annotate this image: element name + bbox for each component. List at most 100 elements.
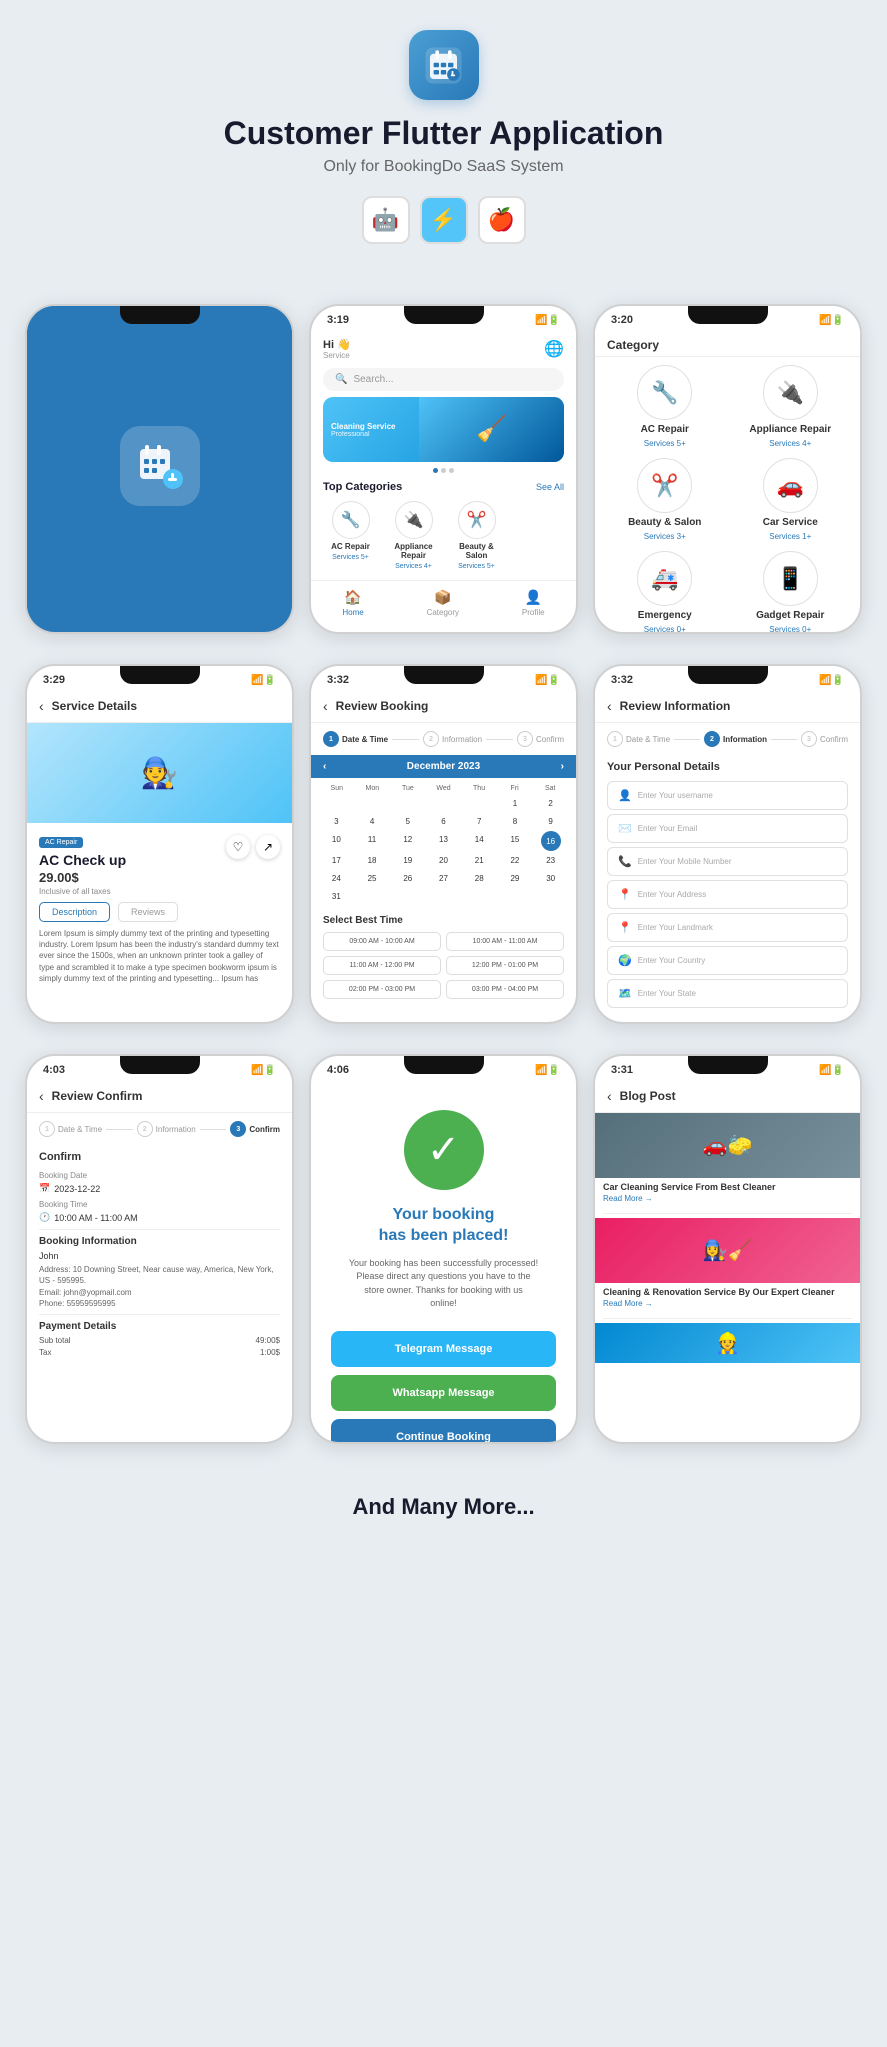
personal-details-title: Your Personal Details [595, 755, 860, 777]
back-button-conf[interactable]: ‹ [39, 1088, 44, 1104]
cal-dates: 12 3456789 10111213141516 17181920212223… [319, 795, 568, 905]
field-state[interactable]: 🗺️ Enter Your State [607, 979, 848, 1008]
whatsapp-button[interactable]: Whatsapp Message [331, 1375, 556, 1411]
phone-categories: 3:20 📶🔋 Category 🔧 AC Repair Services 5+… [593, 304, 862, 634]
field-country[interactable]: 🌍 Enter Your Country [607, 946, 848, 975]
service-info: AC Repair AC Check up 29.00$ Inclusive o… [27, 823, 292, 992]
back-button-blog[interactable]: ‹ [607, 1088, 612, 1104]
cat-item-beauty[interactable]: ✂️ Beauty &Salon Services 5+ [449, 501, 504, 570]
booking-time-value: 🕐10:00 AM - 11:00 AM [39, 1212, 280, 1223]
field-email[interactable]: ✉️ Enter Your Email [607, 814, 848, 843]
review-info-header: ‹ Review Information [595, 690, 860, 723]
nav-profile[interactable]: 👤 Profile [522, 589, 545, 617]
cat-item-ac[interactable]: 🔧 AC Repair Services 5+ [323, 501, 378, 570]
days-header: SunMonTueWedThuFriSat [319, 782, 568, 795]
continue-button[interactable]: Continue Booking [331, 1419, 556, 1444]
grid-item-appliance[interactable]: 🔌 Appliance Repair Services 4+ [733, 365, 849, 448]
banner-dots [311, 468, 576, 473]
slot-4[interactable]: 12:00 PM - 01:00 PM [446, 956, 564, 975]
prev-month[interactable]: ‹ [323, 761, 326, 772]
notch [120, 306, 200, 324]
payment-tax: Tax 1:00$ [39, 1348, 280, 1357]
confirm-header: ‹ Review Confirm [27, 1080, 292, 1113]
read-more-1[interactable]: Read More → [595, 1194, 860, 1209]
share-button[interactable]: ↗ [256, 835, 280, 859]
nav-home[interactable]: 🏠 Home [342, 589, 363, 617]
booking-address: Address: 10 Downing Street, Near cause w… [39, 1264, 280, 1286]
home-greeting: Hi 👋 Service [323, 338, 351, 360]
row-3: 4:03 📶🔋 ‹ Review Confirm 1 Date & Time 2… [0, 1044, 887, 1454]
categories-row: 🔧 AC Repair Services 5+ 🔌 ApplianceRepai… [311, 497, 576, 574]
search-icon: 🔍 [335, 374, 347, 385]
field-address[interactable]: 📍 Enter Your Address [607, 880, 848, 909]
time-section: Select Best Time 09:00 AM - 10:00 AM 10:… [311, 909, 576, 1005]
field-phone[interactable]: 📞 Enter Your Mobile Number [607, 847, 848, 876]
slot-1[interactable]: 09:00 AM - 10:00 AM [323, 932, 441, 951]
notch-blog [688, 1056, 768, 1074]
grid-item-ac[interactable]: 🔧 AC Repair Services 5+ [607, 365, 723, 448]
field-landmark[interactable]: 📍 Enter Your Landmark [607, 913, 848, 942]
blog-title-2: Cleaning & Renovation Service By Our Exp… [595, 1283, 860, 1299]
step-ri-1: 1 Date & Time [607, 731, 670, 747]
grid-item-gadget[interactable]: 📱 Gadget Repair Services 0+ [733, 551, 849, 634]
splash-logo [120, 426, 200, 506]
notch-suc [404, 1056, 484, 1074]
notch-rb [404, 666, 484, 684]
step-1: 1 Date & Time [323, 731, 388, 747]
slot-3[interactable]: 11:00 AM - 12:00 PM [323, 956, 441, 975]
booking-name: John [39, 1251, 280, 1261]
slot-5[interactable]: 02:00 PM - 03:00 PM [323, 980, 441, 999]
app-icon [409, 30, 479, 100]
steps-bar-conf: 1 Date & Time 2 Information 3 Confirm [27, 1113, 292, 1145]
booking-phone: Phone: 55959595995 [39, 1299, 280, 1308]
phone-splash [25, 304, 294, 634]
booking-date-value: 📅2023-12-22 [39, 1183, 280, 1194]
notch-home [404, 306, 484, 324]
service-badge: AC Repair [39, 837, 83, 848]
back-button-svc[interactable]: ‹ [39, 698, 44, 714]
field-username[interactable]: 👤 Enter Your username [607, 781, 848, 810]
grid-item-emergency[interactable]: 🚑 Emergency Services 0+ [607, 551, 723, 634]
notch-ri [688, 666, 768, 684]
back-button-rb[interactable]: ‹ [323, 698, 328, 714]
step-3: 3 Confirm [517, 731, 564, 747]
telegram-button[interactable]: Telegram Message [331, 1331, 556, 1367]
steps-bar-rb: 1 Date & Time 2 Information 3 Confirm [311, 723, 576, 755]
success-content: ✓ Your bookinghas been placed! Your book… [311, 1080, 576, 1444]
phone-service-detail: 3:29 📶🔋 ‹ Service Details 🧑‍🔧 AC Repair … [25, 664, 294, 1024]
globe-icon: 🌐 [544, 339, 564, 359]
tab-reviews[interactable]: Reviews [118, 902, 178, 922]
step-ri-3: 3 Confirm [801, 731, 848, 747]
notch-conf [120, 1056, 200, 1074]
grid-item-beauty[interactable]: ✂️ Beauty & Salon Services 3+ [607, 458, 723, 541]
cat-item-appliance[interactable]: 🔌 ApplianceRepair Services 4+ [386, 501, 441, 570]
slot-6[interactable]: 03:00 PM - 04:00 PM [446, 980, 564, 999]
search-bar[interactable]: 🔍 Search... [323, 368, 564, 391]
step-ri-2: 2 Information [704, 731, 767, 747]
subtitle: Only for BookingDo SaaS System [20, 158, 867, 176]
next-month[interactable]: › [561, 761, 564, 772]
categories-header: Category [595, 330, 860, 357]
notch-cat [688, 306, 768, 324]
tab-description[interactable]: Description [39, 902, 110, 922]
blog-img-3: 👷 [595, 1323, 860, 1363]
service-tabs: Description Reviews [39, 902, 280, 922]
success-desc: Your booking has been successfully proce… [349, 1257, 538, 1311]
steps-bar-ri: 1 Date & Time 2 Information 3 Confirm [595, 723, 860, 755]
slot-2[interactable]: 10:00 AM - 11:00 AM [446, 932, 564, 951]
android-badge: 🤖 [362, 196, 410, 244]
address-icon: 📍 [618, 888, 632, 901]
ios-badge: 🍎 [478, 196, 526, 244]
platform-icons: 🤖 ⚡ 🍎 [20, 196, 867, 244]
grid-item-car[interactable]: 🚗 Car Service Services 1+ [733, 458, 849, 541]
blog-img-1: 🚗🧽 [595, 1113, 860, 1178]
phone-review-info: 3:32 📶🔋 ‹ Review Information 1 Date & Ti… [593, 664, 862, 1024]
category-grid: 🔧 AC Repair Services 5+ 🔌 Appliance Repa… [595, 357, 860, 634]
read-more-2[interactable]: Read More → [595, 1299, 860, 1314]
back-button-ri[interactable]: ‹ [607, 698, 612, 714]
favorite-button[interactable]: ♡ [226, 835, 250, 859]
payment-subtotal: Sub total 49:00$ [39, 1336, 280, 1345]
service-image: 🧑‍🔧 [27, 723, 292, 823]
nav-category[interactable]: 📦 Category [427, 589, 459, 617]
phone-success: 4:06 📶🔋 ✓ Your bookinghas been placed! Y… [309, 1054, 578, 1444]
